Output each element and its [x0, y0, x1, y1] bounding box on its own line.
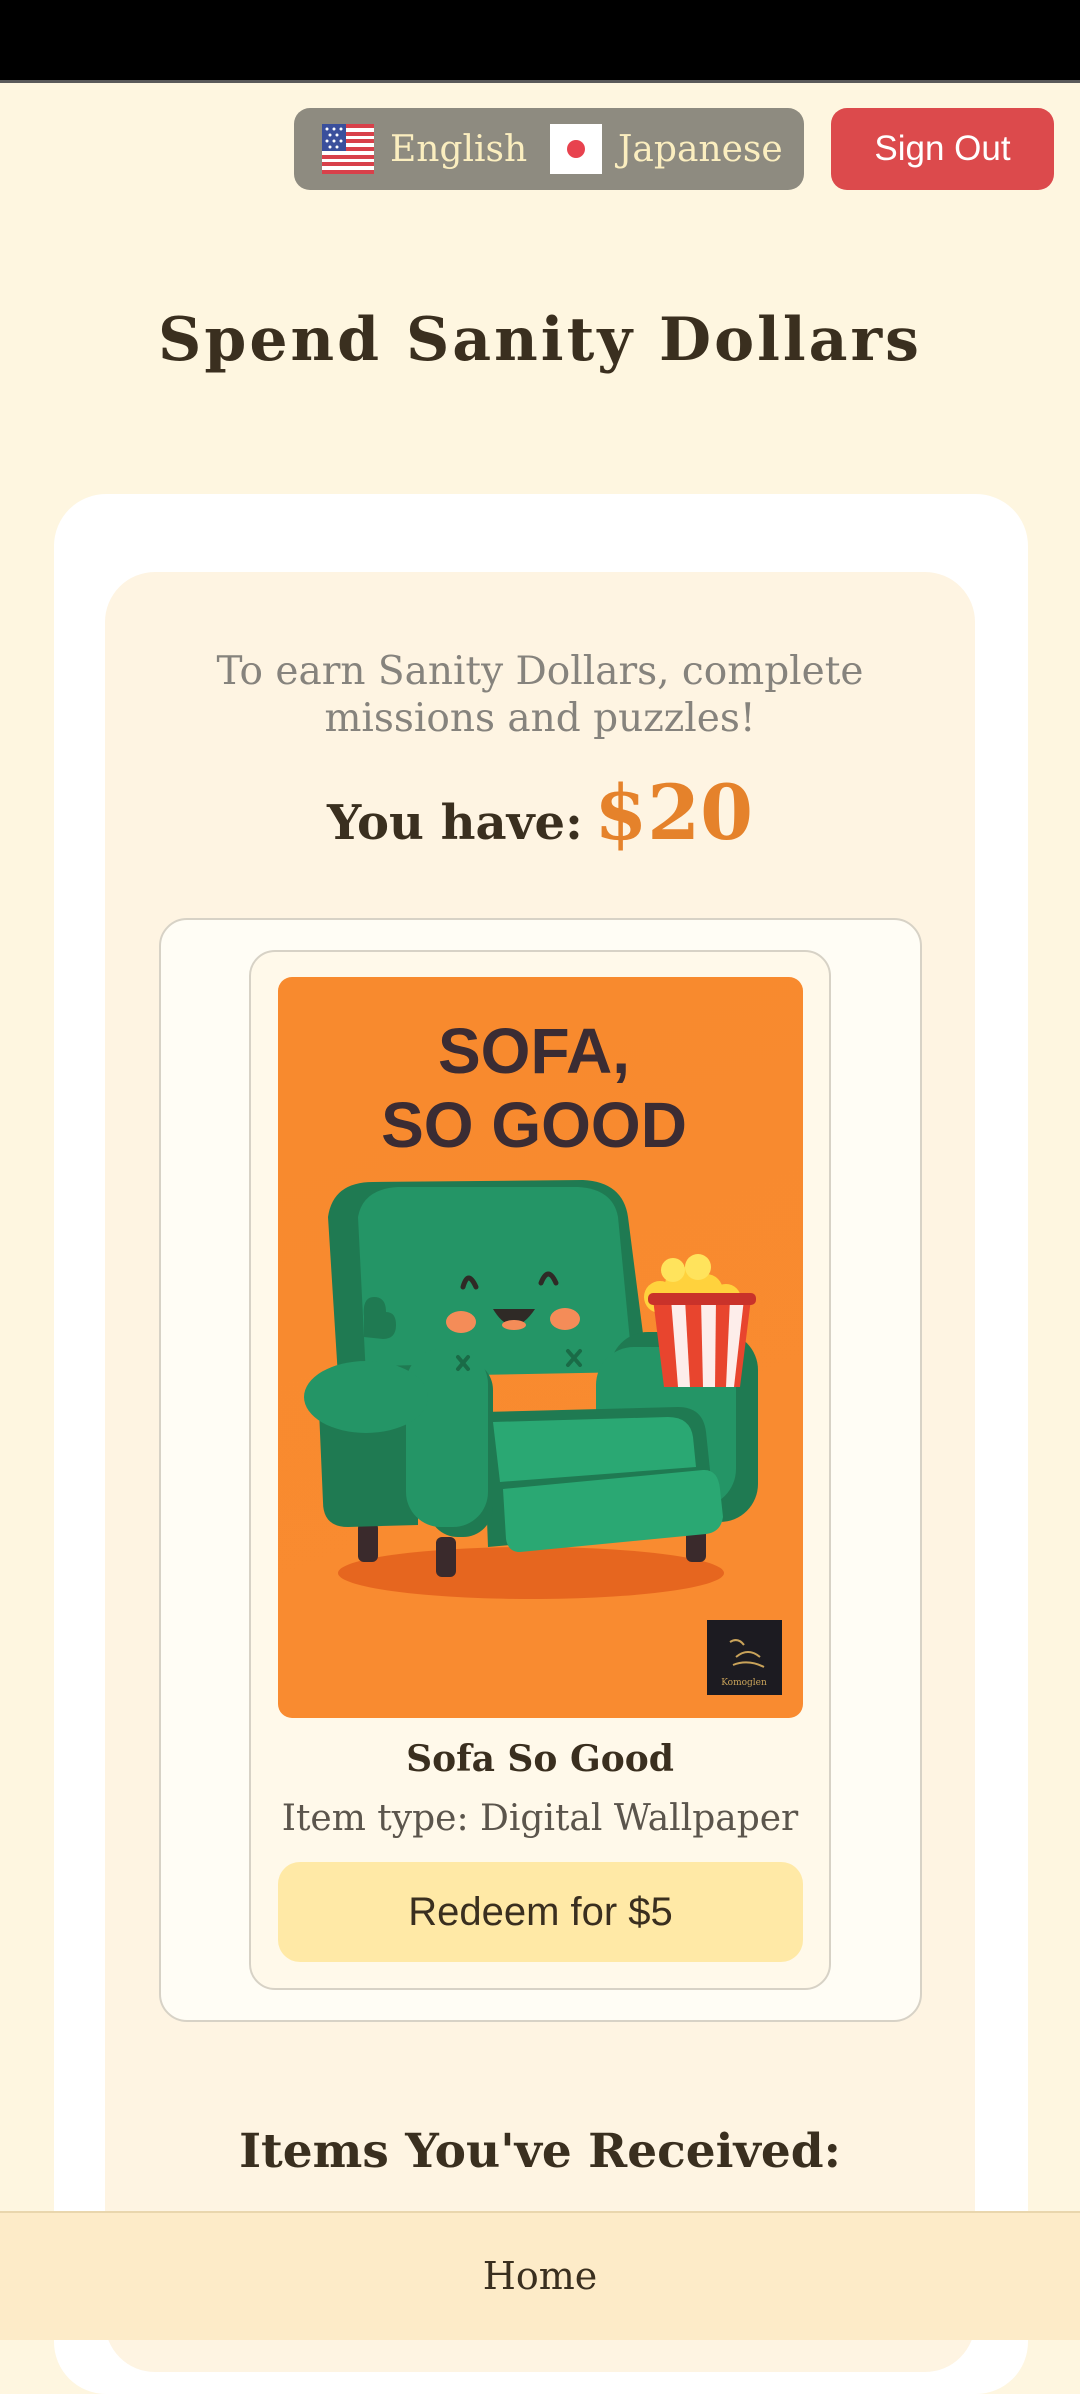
- language-label-english: English: [390, 128, 528, 170]
- balance-label: You have:: [326, 795, 583, 851]
- status-bar: [0, 0, 1080, 82]
- status-bar-divider: [0, 80, 1080, 83]
- item-name: Sofa So Good: [406, 1738, 674, 1780]
- bottom-nav: Home: [0, 2211, 1080, 2340]
- brand-badge: Komoglen: [707, 1620, 782, 1695]
- wallpaper-preview-image: SOFA, SO GOOD Komoglen: [278, 977, 803, 1718]
- japan-flag-icon: [550, 124, 602, 174]
- wallpaper-headline-line1: SOFA,: [438, 1015, 630, 1087]
- language-option-japanese[interactable]: Japanese: [550, 108, 783, 190]
- item-type: Item type: Digital Wallpaper: [281, 1798, 799, 1839]
- language-option-english[interactable]: English: [322, 108, 527, 190]
- nav-home-link[interactable]: Home: [0, 2213, 1080, 2340]
- balance-display: You have: $20: [0, 768, 1080, 857]
- sign-out-button[interactable]: Sign Out: [831, 108, 1054, 190]
- wallpaper-headline-line2: SO GOOD: [381, 1089, 687, 1161]
- balance-value: $20: [594, 768, 754, 857]
- us-flag-icon: [322, 124, 374, 174]
- earn-instructions: To earn Sanity Dollars, complete mission…: [216, 649, 864, 741]
- language-label-japanese: Japanese: [618, 128, 783, 170]
- page-title: Spend Sanity Dollars: [158, 305, 922, 375]
- received-items-heading: Items You've Received:: [239, 2124, 841, 2179]
- redeem-button[interactable]: Redeem for $5: [278, 1862, 803, 1962]
- brand-badge-text: Komoglen: [721, 1678, 767, 1688]
- language-switcher: English Japanese: [294, 108, 804, 190]
